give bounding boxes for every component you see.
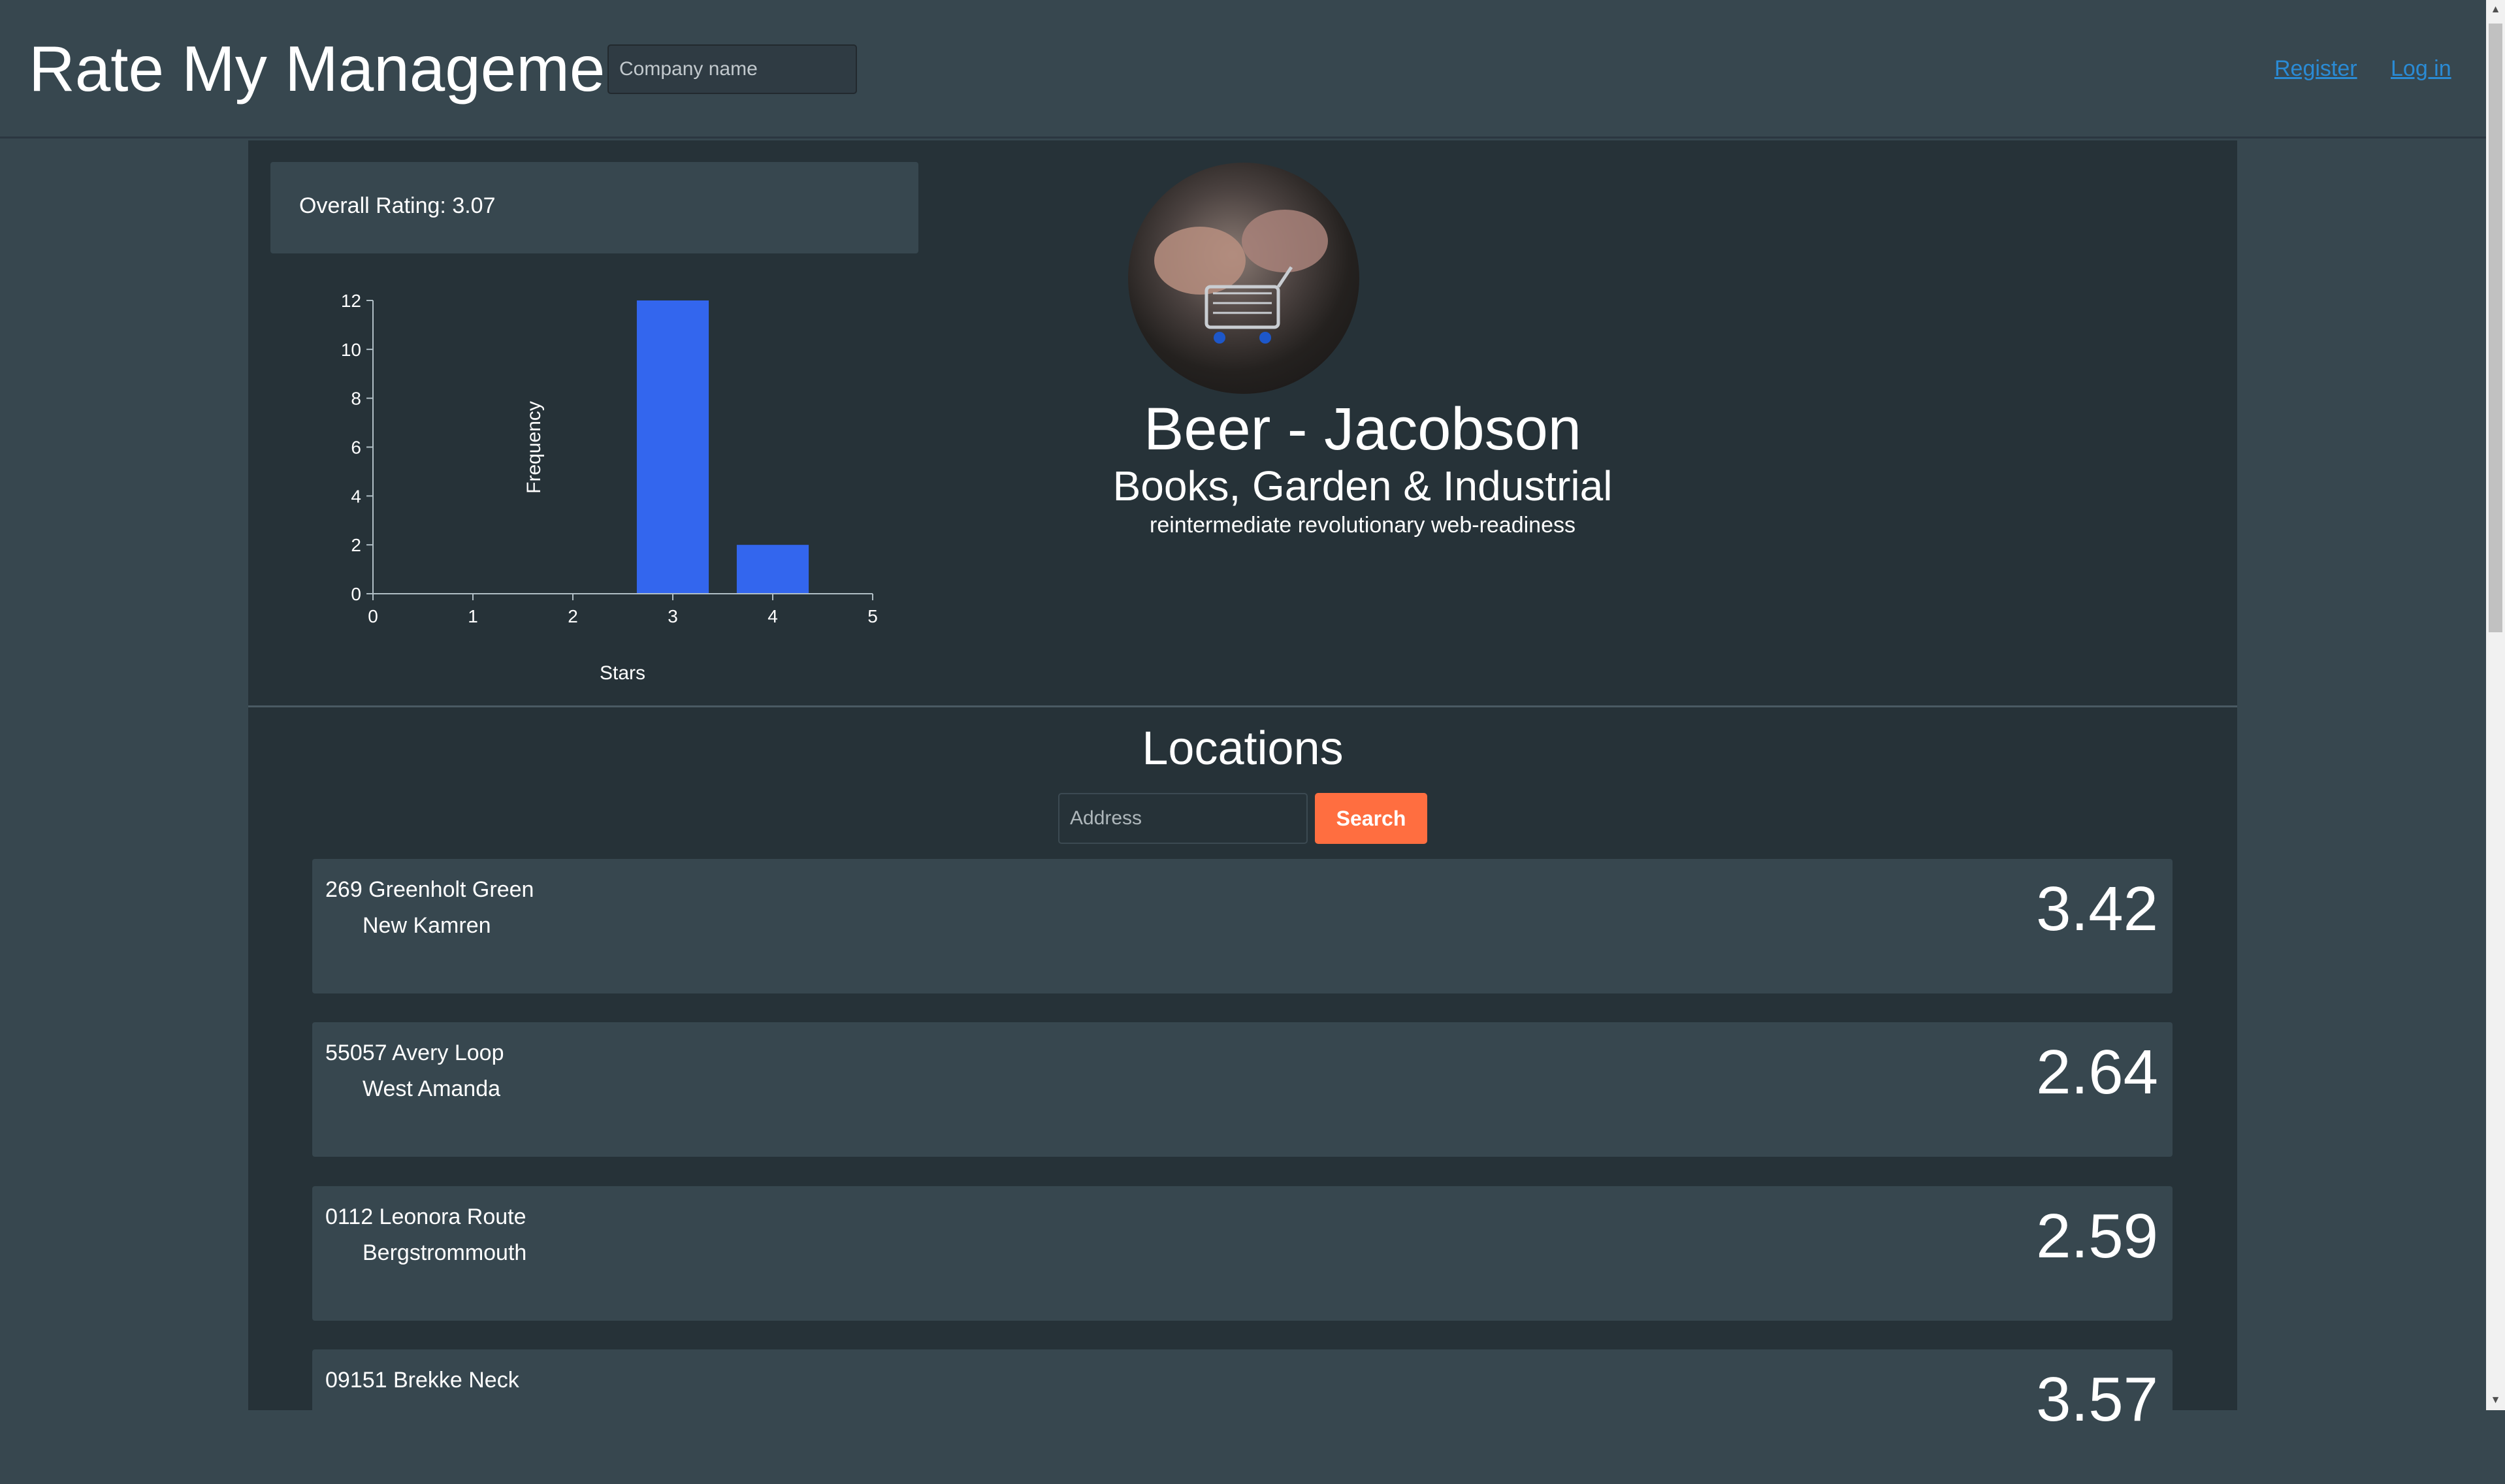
location-score: 2.64 (2036, 1037, 2158, 1107)
navbar: Rate My Management Register Log in (0, 0, 2486, 138)
login-link[interactable]: Log in (2391, 56, 2451, 82)
location-card[interactable]: 55057 Avery Loop West Amanda 2.64 (312, 1022, 2173, 1157)
location-city: Bergstrommouth (363, 1240, 527, 1265)
scroll-down-arrow-icon[interactable]: ▼ (2486, 1391, 2505, 1410)
location-address: 0112 Leonora Route (325, 1204, 526, 1229)
locations-heading: Locations (1142, 722, 1344, 775)
histogram-bar (736, 545, 809, 594)
location-address: 269 Greenholt Green (325, 877, 534, 902)
company-page: Overall Rating: 3.07 0 1 2 3 4 5 0 2 4 6 8 10 12 Sta… (248, 140, 2237, 1484)
search-button[interactable]: Search (1315, 793, 1427, 844)
location-score: 2.59 (2036, 1201, 2158, 1271)
scroll-thumb[interactable] (2489, 24, 2502, 632)
company-tagline: reintermediate revolutionary web-readine… (1150, 513, 1576, 538)
location-city: New Kamren (363, 913, 491, 938)
location-card[interactable]: 269 Greenholt Green New Kamren 3.42 (312, 859, 2173, 993)
y-tick-label: 0 (351, 584, 361, 604)
x-tick-label: 2 (568, 606, 578, 626)
company-name: Beer - Jacobson (1144, 396, 1581, 462)
location-card[interactable]: 0112 Leonora Route Bergstrommouth 2.59 (312, 1186, 2173, 1321)
section-divider (248, 705, 2237, 707)
x-tick-label: 0 (368, 606, 378, 626)
x-tick-label: 4 (768, 606, 778, 626)
company-category: Books, Garden & Industrial (1112, 462, 1613, 509)
y-tick-label: 6 (351, 438, 361, 458)
location-score: 3.42 (2036, 874, 2158, 944)
chart-y-axis-label: Frequency (523, 401, 545, 494)
location-score: 3.57 (2036, 1364, 2158, 1434)
location-city: West Amanda (363, 1076, 501, 1101)
rating-histogram: 0 1 2 3 4 5024681012 Stars Frequency (341, 291, 878, 684)
chart-x-axis-label: Stars (600, 662, 645, 684)
x-tick-label: 1 (468, 606, 478, 626)
y-tick-label: 12 (341, 291, 361, 311)
company-logo-image (1128, 163, 1359, 394)
scroll-up-arrow-icon[interactable]: ▲ (2486, 0, 2505, 20)
company-search-input[interactable] (607, 44, 857, 94)
address-search-input[interactable] (1058, 793, 1308, 844)
y-tick-label: 10 (341, 340, 361, 360)
scrollbar[interactable]: ▲ ▼ (2486, 0, 2505, 1410)
y-tick-label: 2 (351, 535, 361, 555)
x-tick-label: 3 (668, 606, 678, 626)
y-tick-label: 8 (351, 389, 361, 409)
brand-title[interactable]: Rate My Management (29, 31, 658, 106)
location-address: 09151 Brekke Neck (325, 1368, 519, 1393)
histogram-bar (636, 300, 709, 594)
register-link[interactable]: Register (2274, 56, 2357, 82)
y-tick-label: 4 (351, 486, 361, 506)
location-address: 55057 Avery Loop (325, 1040, 504, 1065)
x-tick-label: 5 (867, 606, 878, 626)
location-card[interactable]: 09151 Brekke Neck 3.57 (312, 1349, 2173, 1484)
